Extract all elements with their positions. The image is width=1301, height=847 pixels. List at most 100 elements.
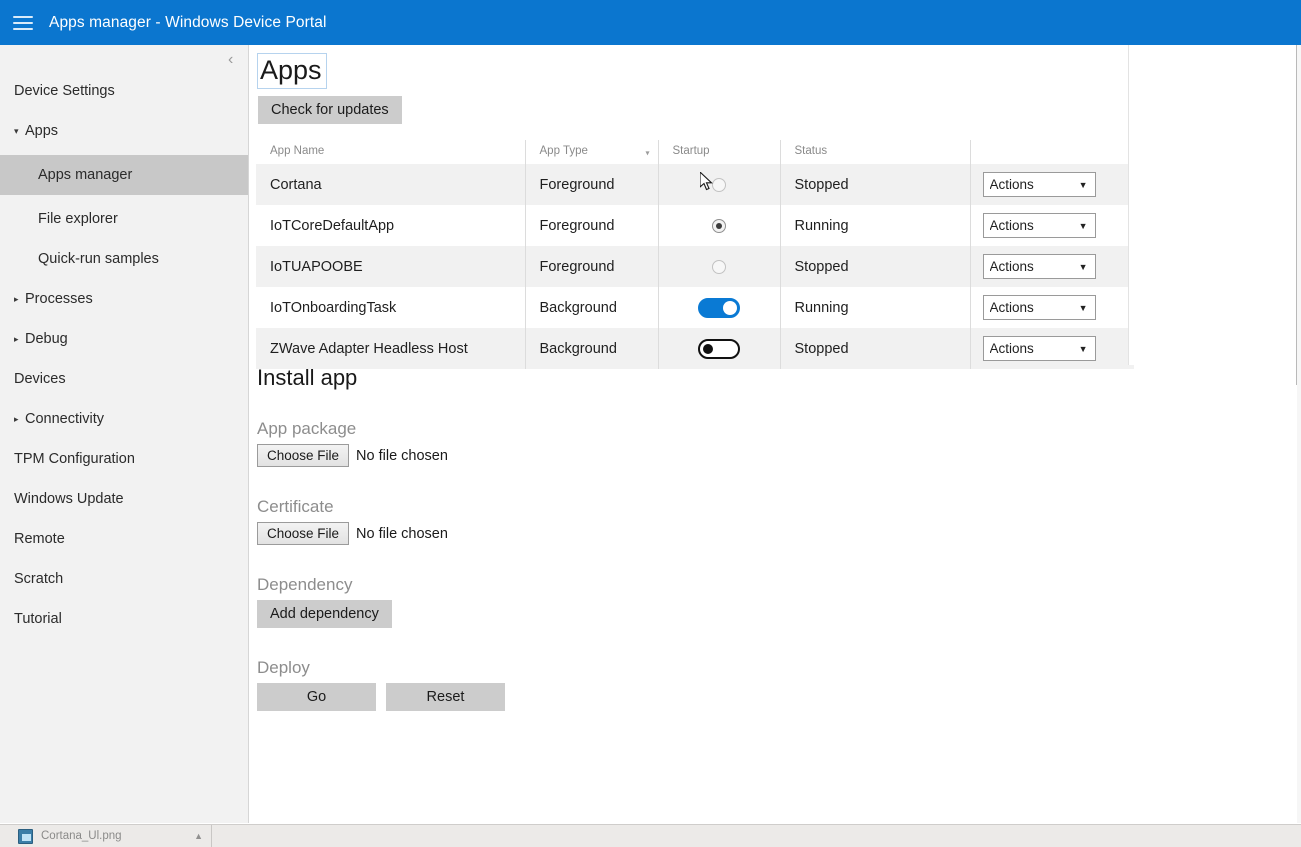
app-window: Apps manager - Windows Device Portal Dev… [0,0,1301,847]
cell-actions: Actions ▼ [970,246,1134,287]
apps-table-container: App Name App Type ▾ Startup Status Corta… [256,140,1134,369]
sidebar-item-label: Processes [25,292,93,307]
cell-actions: Actions ▼ [970,164,1134,205]
column-header-actions [970,140,1134,164]
deploy-buttons-row: Go Reset [257,683,1057,711]
check-for-updates-button[interactable]: Check for updates [258,96,402,124]
cell-app-name: IoTOnboardingTask [256,287,525,328]
vertical-scrollbar[interactable] [1297,45,1301,847]
cell-actions: Actions ▼ [970,287,1134,328]
sidebar-item-label: TPM Configuration [14,452,135,467]
caret-right-icon[interactable]: ▸ [14,415,24,424]
actions-dropdown[interactable]: Actions [983,254,1096,279]
certificate-group: Certificate Choose File No file chosen [257,498,1057,545]
sidebar-item-remote[interactable]: Remote [0,523,248,555]
cell-status: Stopped [780,328,970,369]
certificate-file-row: Choose File No file chosen [257,522,1057,545]
actions-dropdown[interactable]: Actions [983,213,1096,238]
cell-app-name: IoTCoreDefaultApp [256,205,525,246]
download-bar: Cortana_Ul.png ▲ [0,824,1301,847]
table-row: IoTCoreDefaultApp Foreground Running Act… [256,205,1134,246]
dependency-group: Dependency Add dependency [257,576,1057,628]
actions-select-wrapper: Actions ▼ [983,336,1096,361]
sidebar-item-debug[interactable]: ▸ Debug [0,323,248,355]
sidebar-item-label: Windows Update [14,492,124,507]
sidebar-item-tpm-configuration[interactable]: TPM Configuration [0,443,248,475]
cell-status: Running [780,287,970,328]
app-package-choose-file-button[interactable]: Choose File [257,444,349,467]
cell-app-name: ZWave Adapter Headless Host [256,328,525,369]
sort-dropdown-icon[interactable]: ▾ [645,148,649,157]
actions-dropdown[interactable]: Actions [983,336,1096,361]
cell-startup [658,328,780,369]
sidebar-item-scratch[interactable]: Scratch [0,563,248,595]
add-dependency-button[interactable]: Add dependency [257,600,392,628]
cell-startup [658,205,780,246]
cell-app-name: Cortana [256,164,525,205]
sidebar-item-tutorial[interactable]: Tutorial [0,603,248,635]
sidebar-item-apps-manager[interactable]: Apps manager [0,155,248,195]
sidebar-item-devices[interactable]: Devices [0,363,248,395]
sidebar-item-file-explorer[interactable]: File explorer [0,203,248,235]
sidebar-item-label: Connectivity [25,412,104,427]
cell-startup [658,246,780,287]
window-title: Apps manager - Windows Device Portal [49,14,327,32]
apps-table: App Name App Type ▾ Startup Status Corta… [256,140,1134,369]
startup-toggle[interactable] [698,298,740,318]
certificate-label: Certificate [257,498,1057,515]
cell-app-type: Background [525,328,658,369]
cell-startup [658,164,780,205]
table-row: IoTOnboardingTask Background Running Act… [256,287,1134,328]
caret-right-icon[interactable]: ▸ [14,335,24,344]
cell-actions: Actions ▼ [970,328,1134,369]
title-bar: Apps manager - Windows Device Portal [0,0,1301,45]
startup-radio[interactable] [712,219,726,233]
download-item[interactable]: Cortana_Ul.png ▲ [0,825,212,847]
sidebar-item-connectivity[interactable]: ▸ Connectivity [0,403,248,435]
column-header-app-type[interactable]: App Type ▾ [525,140,658,164]
deploy-label: Deploy [257,659,1057,676]
install-app-section: Install app App package Choose File No f… [257,367,1057,711]
startup-radio[interactable] [712,178,726,192]
app-package-file-row: Choose File No file chosen [257,444,1057,467]
cell-app-type: Background [525,287,658,328]
sidebar-item-label: Debug [25,332,68,347]
sidebar-item-label: Tutorial [14,612,62,627]
actions-select-wrapper: Actions ▼ [983,254,1096,279]
hamburger-line [13,16,33,18]
sidebar-item-label: Apps manager [38,168,132,183]
actions-dropdown[interactable]: Actions [983,172,1096,197]
caret-right-icon[interactable]: ▸ [14,295,24,304]
column-header-startup: Startup [658,140,780,164]
actions-select-wrapper: Actions ▼ [983,172,1096,197]
sidebar-item-processes[interactable]: ▸ Processes [0,283,248,315]
sidebar-item-label: Devices [14,372,66,387]
sidebar-item-label: Apps [25,124,58,139]
actions-select-wrapper: Actions ▼ [983,213,1096,238]
chevron-left-icon[interactable]: ‹ [228,52,233,68]
hamburger-line [13,28,33,30]
cell-startup [658,287,780,328]
sidebar-item-device-settings[interactable]: Device Settings [0,75,248,107]
table-header-row: App Name App Type ▾ Startup Status [256,140,1134,164]
cell-app-type: Foreground [525,164,658,205]
caret-down-icon[interactable]: ▾ [14,127,24,136]
page-title: Apps [257,53,327,89]
deploy-group: Deploy Go Reset [257,659,1057,711]
sidebar-navigation: Device Settings ▾ Apps Apps manager File… [0,45,249,824]
sidebar-item-windows-update[interactable]: Windows Update [0,483,248,515]
app-package-group: App package Choose File No file chosen [257,420,1057,467]
sidebar-item-quick-run-samples[interactable]: Quick-run samples [0,243,248,275]
startup-radio[interactable] [712,260,726,274]
go-button[interactable]: Go [257,683,376,711]
hamburger-icon[interactable] [13,16,33,30]
sidebar-item-apps[interactable]: ▾ Apps [0,115,248,147]
chevron-up-icon[interactable]: ▲ [180,831,203,841]
startup-toggle[interactable] [698,339,740,359]
cell-app-type: Foreground [525,246,658,287]
actions-dropdown[interactable]: Actions [983,295,1096,320]
sidebar-item-label: Scratch [14,572,63,587]
column-header-status: Status [780,140,970,164]
certificate-choose-file-button[interactable]: Choose File [257,522,349,545]
reset-button[interactable]: Reset [386,683,505,711]
